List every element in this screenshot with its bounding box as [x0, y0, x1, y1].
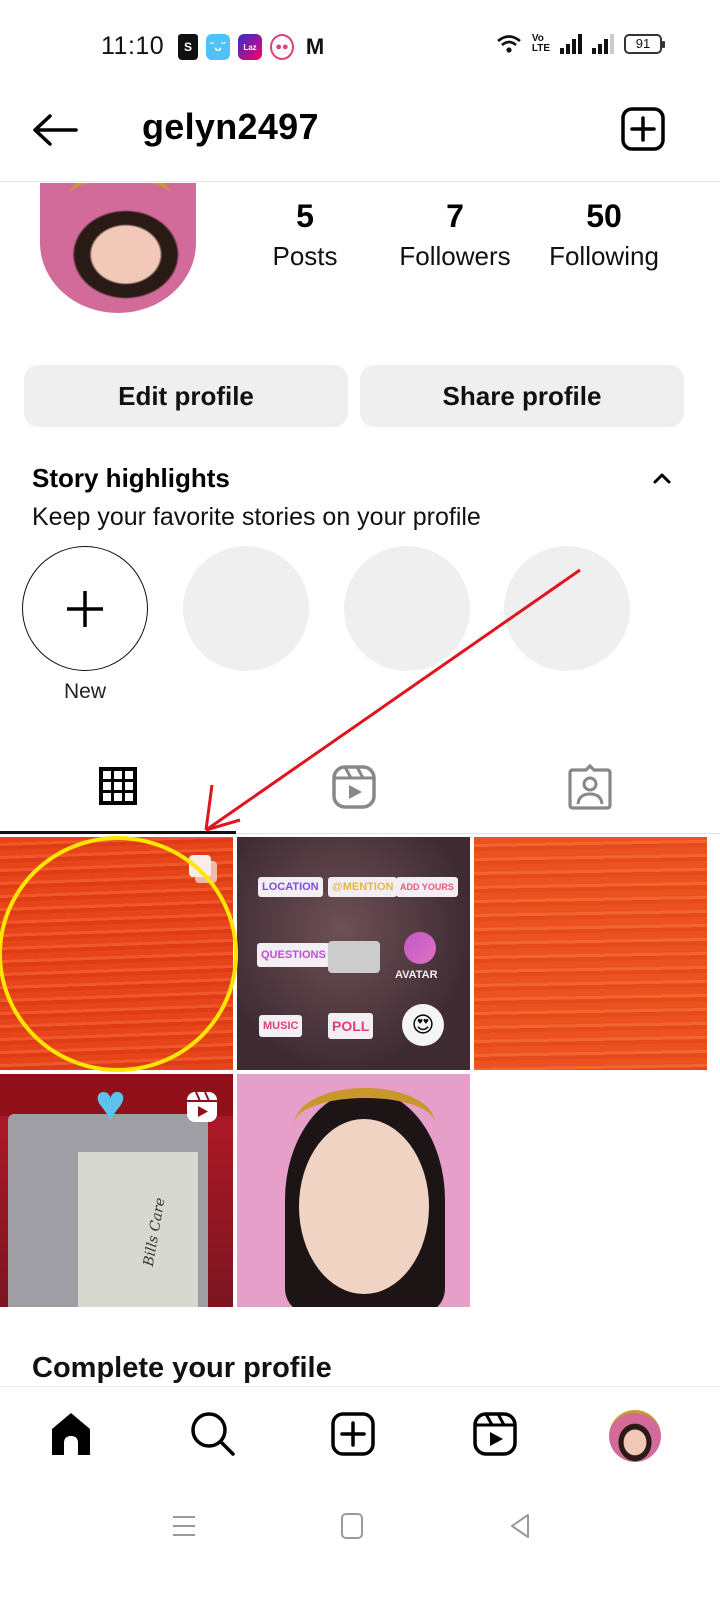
reels-nav-icon [473, 1412, 517, 1456]
triangle-back-icon [511, 1514, 529, 1538]
sticker-location: LOCATION [258, 877, 323, 897]
back-arrow-icon [33, 114, 78, 146]
grid-icon [99, 766, 137, 805]
heart-sticker-icon: ♥ [95, 1075, 126, 1133]
recents-button[interactable] [164, 1506, 204, 1546]
profile-actions: Edit profile Share profile [24, 365, 684, 427]
sticker-add-yours: ADD YOURS [396, 877, 458, 897]
highlight-placeholder [504, 546, 630, 671]
new-highlight-button[interactable] [22, 546, 148, 671]
chevron-up-icon[interactable] [651, 470, 673, 486]
stat-followers[interactable]: 7 Followers [390, 198, 520, 272]
followers-count: 7 [446, 198, 464, 234]
edit-profile-button[interactable]: Edit profile [24, 365, 348, 427]
nav-profile-avatar[interactable] [609, 1410, 661, 1462]
signal-2-icon [592, 34, 614, 54]
stat-posts[interactable]: 5 Posts [270, 198, 340, 272]
highlight-placeholder [183, 546, 309, 671]
home-system-button[interactable] [332, 1506, 372, 1546]
profile-username: gelyn2497 [142, 106, 319, 147]
wifi-icon [497, 35, 521, 53]
tagged-person-icon [568, 764, 612, 810]
plus-square-icon [621, 107, 665, 151]
posts-count: 5 [296, 198, 314, 234]
tab-tagged[interactable] [472, 740, 708, 834]
post-thumbnail[interactable] [474, 837, 707, 1070]
plus-icon [67, 590, 103, 627]
volte-indicator: Vo LTE [531, 33, 550, 54]
post-thumbnail[interactable] [237, 1074, 470, 1307]
sticker-questions: QUESTIONS [257, 943, 330, 967]
complete-profile-title: Complete your profile [32, 1352, 332, 1384]
sticker-mention: @MENTION [328, 877, 398, 897]
nav-home[interactable] [46, 1409, 96, 1459]
lazada-icon: Laz [238, 34, 262, 60]
share-profile-button[interactable]: Share profile [360, 365, 684, 427]
shopee-icon: S [178, 34, 198, 60]
reels-icon [332, 765, 376, 809]
content-tabs [0, 740, 720, 834]
following-label: Following [549, 241, 659, 271]
home-icon [52, 1413, 90, 1455]
highlights-title: Story highlights [32, 463, 230, 493]
create-new-button[interactable] [620, 106, 666, 152]
stat-following[interactable]: 50 Following [542, 198, 666, 272]
back-system-button[interactable] [500, 1506, 540, 1546]
post-thumbnail[interactable]: LOCATION @MENTION ADD YOURS QUESTIONS AV… [237, 837, 470, 1070]
profile-avatar[interactable] [40, 183, 196, 313]
notification-icons: S ˘ᴗ˘ Laz ●● M [178, 34, 328, 60]
nav-search[interactable] [188, 1409, 238, 1459]
reel-badge-icon [187, 1091, 217, 1122]
top-nav: gelyn2497 [0, 96, 720, 182]
battery-icon: 91 [624, 34, 665, 54]
sticker-avatar-icon [404, 932, 436, 964]
nav-create[interactable] [328, 1409, 378, 1459]
sticker-poll: POLL [328, 1013, 374, 1039]
sticker-avatar-label: AVATAR [395, 969, 438, 981]
new-highlight-label: New [63, 680, 106, 703]
create-post-icon [331, 1412, 375, 1456]
tab-posts-grid[interactable] [0, 740, 236, 834]
bilibili-icon: ˘ᴗ˘ [206, 34, 230, 60]
selfie-headband [295, 1088, 435, 1158]
foodpanda-icon: ●● [270, 34, 294, 60]
gmail-icon: M [302, 34, 328, 60]
sticker-music: MUSIC [259, 1015, 303, 1037]
tab-reels[interactable] [236, 740, 472, 834]
status-time: 11:10 [101, 32, 165, 60]
search-icon [191, 1412, 235, 1456]
highlights-subtitle: Keep your favorite stories on your profi… [32, 503, 481, 531]
system-icons: Vo LTE 91 [496, 33, 665, 54]
square-icon [341, 1513, 363, 1539]
nav-reels[interactable] [470, 1409, 520, 1459]
bottom-nav [0, 1386, 720, 1486]
menu-lines-icon [173, 1516, 195, 1536]
post-thumbnail[interactable]: Bills Care ♥ [0, 1074, 233, 1307]
followers-label: Followers [399, 241, 511, 271]
status-bar: 11:10 S ˘ᴗ˘ Laz ●● M Vo LTE 91 [0, 0, 720, 96]
highlight-placeholder [344, 546, 470, 671]
planner-page [78, 1152, 198, 1307]
sticker-emoji: 😍 [402, 1004, 444, 1046]
following-count: 50 [586, 198, 622, 234]
signal-1-icon [560, 34, 582, 54]
carousel-icon [189, 855, 217, 883]
system-navigation-bar [0, 1486, 720, 1600]
post-thumbnail[interactable] [0, 837, 233, 1070]
sticker-blank [328, 941, 380, 973]
back-button[interactable] [30, 110, 80, 150]
posts-label: Posts [272, 241, 338, 271]
